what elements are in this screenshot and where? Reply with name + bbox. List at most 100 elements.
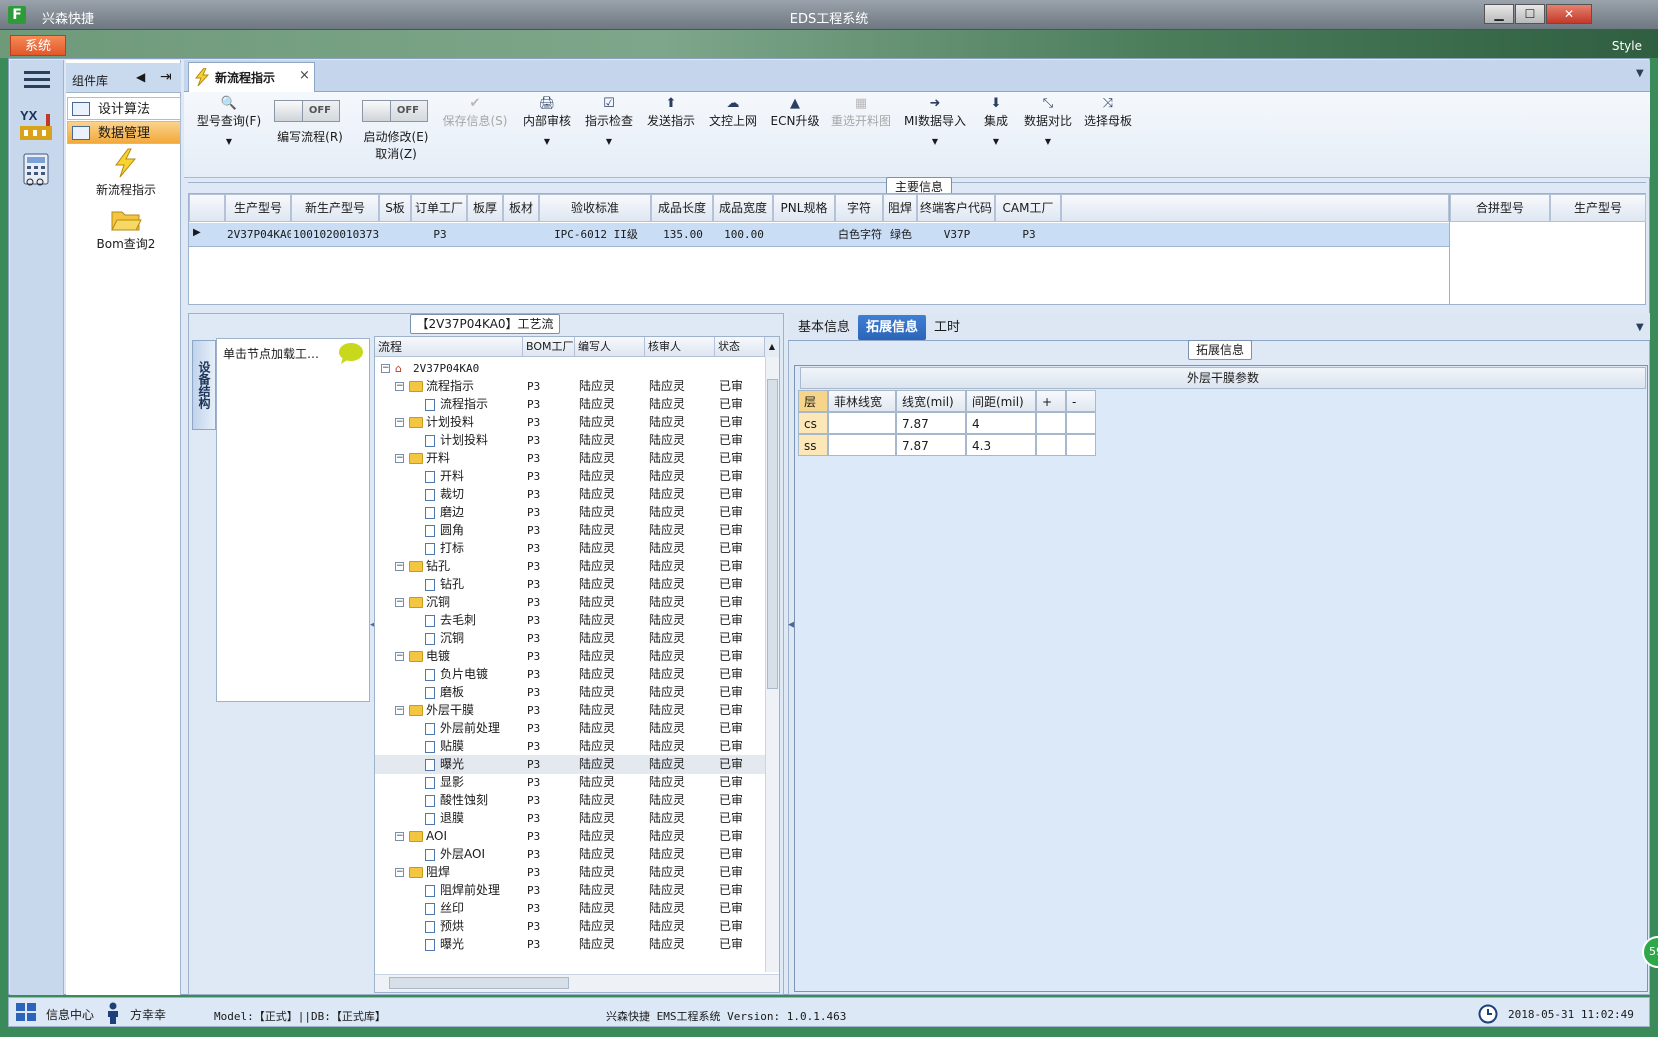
grid-cell[interactable]: 100.00	[715, 224, 773, 246]
start-modify-toggle[interactable]: OFF	[362, 100, 428, 122]
close-button[interactable]: ✕	[1546, 4, 1592, 24]
tree-column-header[interactable]: 状态	[715, 337, 765, 357]
grid-cell[interactable]	[775, 224, 835, 246]
collapse-icon[interactable]: −	[395, 418, 404, 427]
tab-new-process[interactable]: 新流程指示 ×	[188, 62, 315, 92]
column-header[interactable]: CAM工厂	[995, 194, 1061, 222]
grid-cell[interactable]	[469, 224, 503, 246]
tree-row[interactable]: 外层前处理 P3 陆应灵 陆应灵 已审	[375, 719, 765, 738]
column-header[interactable]: 阻焊	[883, 194, 917, 222]
column-header[interactable]: 字符	[835, 194, 883, 222]
tree-row[interactable]: 显影 P3 陆应灵 陆应灵 已审	[375, 773, 765, 792]
tree-row[interactable]: 沉铜 P3 陆应灵 陆应灵 已审	[375, 629, 765, 648]
grid-cell[interactable]: P3	[413, 224, 467, 246]
param-cell[interactable]: cs	[798, 412, 828, 434]
hamburger-menu-icon[interactable]	[24, 68, 50, 90]
column-header[interactable]: 板材	[503, 194, 539, 222]
write-process-toggle[interactable]: OFF	[274, 100, 340, 122]
grid-cell[interactable]: P3	[997, 224, 1061, 246]
collapse-left-icon[interactable]: ◀	[136, 70, 145, 84]
close-tab-icon[interactable]: ×	[299, 68, 310, 83]
tree-row[interactable]: − 外层干膜 P3 陆应灵 陆应灵 已审	[375, 701, 765, 720]
column-header[interactable]: S板	[379, 194, 411, 222]
tree-row[interactable]: − 阻焊 P3 陆应灵 陆应灵 已审	[375, 863, 765, 882]
param-cell[interactable]	[1036, 412, 1066, 434]
tree-row[interactable]: 圆角 P3 陆应灵 陆应灵 已审	[375, 521, 765, 540]
pin-sidebar-icon[interactable]: ⇥	[160, 69, 172, 85]
tree-row[interactable]: − 沉铜 P3 陆应灵 陆应灵 已审	[375, 593, 765, 612]
integrate-button[interactable]: ⬇ 集成 ▼	[976, 96, 1016, 146]
collapse-icon[interactable]: −	[395, 832, 404, 841]
tree-row[interactable]: 磨边 P3 陆应灵 陆应灵 已审	[375, 503, 765, 522]
tree-column-header[interactable]: BOM工厂	[523, 337, 575, 357]
grid-cell[interactable]: 2V37P04KA0	[227, 224, 291, 246]
column-header[interactable]: 成品宽度	[713, 194, 773, 222]
save-info-button[interactable]: ✔ 保存信息(S)	[440, 96, 510, 129]
tree-row[interactable]: 裁切 P3 陆应灵 陆应灵 已审	[375, 485, 765, 504]
tree-row[interactable]: 负片电镀 P3 陆应灵 陆应灵 已审	[375, 665, 765, 684]
tree-row[interactable]: 曝光 P3 陆应灵 陆应灵 已审	[375, 935, 765, 954]
tree-row[interactable]: 流程指示 P3 陆应灵 陆应灵 已审	[375, 395, 765, 414]
tree-row[interactable]: − 流程指示 P3 陆应灵 陆应灵 已审	[375, 377, 765, 396]
tree-row[interactable]: 外层AOI P3 陆应灵 陆应灵 已审	[375, 845, 765, 864]
collapse-icon[interactable]: −	[395, 652, 404, 661]
tile-bom-query[interactable]: Bom查询2	[80, 206, 172, 252]
column-header[interactable]: 验收标准	[539, 194, 651, 222]
grid-apps-icon[interactable]	[16, 1003, 36, 1021]
tree-row[interactable]: − 钻孔 P3 陆应灵 陆应灵 已审	[375, 557, 765, 576]
factory-icon[interactable]: YX	[18, 106, 56, 142]
vertical-scrollbar[interactable]	[765, 357, 779, 972]
info-center-link[interactable]: 信息中心	[46, 1006, 94, 1023]
tree-column-header[interactable]: 流程	[375, 337, 523, 357]
tree-row[interactable]: 预烘 P3 陆应灵 陆应灵 已审	[375, 917, 765, 936]
column-header[interactable]: 成品长度	[651, 194, 713, 222]
tree-row[interactable]: 曝光 P3 陆应灵 陆应灵 已审	[375, 755, 765, 774]
tree-row[interactable]: 退膜 P3 陆应灵 陆应灵 已审	[375, 809, 765, 828]
sidebar-item-design-algorithm[interactable]: 设计算法	[67, 97, 181, 120]
tree-row[interactable]: 丝印 P3 陆应灵 陆应灵 已审	[375, 899, 765, 918]
tree-row[interactable]: 酸性蚀刻 P3 陆应灵 陆应灵 已审	[375, 791, 765, 810]
minimize-button[interactable]: ▁	[1484, 4, 1514, 24]
maximize-button[interactable]: ☐	[1515, 4, 1545, 24]
system-menu-button[interactable]: 系统	[10, 35, 66, 56]
grid-cell[interactable]: 白色字符	[837, 224, 883, 246]
column-header[interactable]: 板厚	[467, 194, 503, 222]
grid-cell[interactable]: IPC-6012 II级	[541, 224, 651, 246]
param-cell[interactable]: 4	[966, 412, 1036, 434]
column-header[interactable]: 订单工厂	[411, 194, 467, 222]
send-instruction-button[interactable]: ⬆ 发送指示	[642, 96, 700, 129]
data-compare-button[interactable]: ⤡ 数据对比 ▼	[1020, 96, 1076, 146]
param-cell[interactable]: 7.87	[896, 434, 966, 456]
column-header[interactable]: 新生产型号	[291, 194, 379, 222]
select-mother-board-button[interactable]: ⤨ 选择母板	[1080, 96, 1136, 129]
param-cell[interactable]	[1066, 412, 1096, 434]
tree-row[interactable]: 计划投料 P3 陆应灵 陆应灵 已审	[375, 431, 765, 450]
reselect-cutting-chart-button[interactable]: ▦ 重选开料图	[828, 96, 894, 129]
tree-row[interactable]: 钻孔 P3 陆应灵 陆应灵 已审	[375, 575, 765, 594]
tab-extended-info[interactable]: 拓展信息	[858, 315, 927, 340]
collapse-icon[interactable]: −	[395, 382, 404, 391]
collapse-icon[interactable]: −	[395, 454, 404, 463]
document-control-online-button[interactable]: ☁ 文控上网	[704, 96, 762, 129]
panel-dropdown-icon[interactable]: ▼	[1636, 322, 1644, 333]
param-cell[interactable]	[828, 412, 896, 434]
tree-column-header[interactable]: 编写人	[575, 337, 645, 357]
tree-row[interactable]: 打标 P3 陆应灵 陆应灵 已审	[375, 539, 765, 558]
param-cell[interactable]	[1066, 434, 1096, 456]
grid-cell[interactable]: 135.00	[653, 224, 713, 246]
column-header[interactable]: PNL规格	[773, 194, 835, 222]
tree-column-header[interactable]: 核审人	[645, 337, 715, 357]
ecn-upgrade-button[interactable]: ▲ ECN升级	[766, 96, 824, 129]
grid-cell[interactable]: V37P	[919, 224, 995, 246]
tree-row[interactable]: − AOI P3 陆应灵 陆应灵 已审	[375, 827, 765, 846]
internal-review-button[interactable]: 🖨 内部审核 ▼	[518, 96, 576, 146]
model-query-button[interactable]: 🔍 型号查询(F) ▼	[194, 96, 264, 146]
tree-row[interactable]: − 计划投料 P3 陆应灵 陆应灵 已审	[375, 413, 765, 432]
grid-cell[interactable]: 绿色	[885, 224, 917, 246]
param-cell[interactable]	[828, 434, 896, 456]
mi-data-import-button[interactable]: ➜ MI数据导入 ▼	[900, 96, 970, 146]
chat-bubble-icon[interactable]	[337, 341, 365, 365]
tab-basic-info[interactable]: 基本信息	[790, 315, 858, 340]
tab-list-dropdown-icon[interactable]: ▼	[1636, 68, 1644, 79]
tree-root[interactable]: − ⌂ 2V37P04KA0	[375, 359, 765, 378]
